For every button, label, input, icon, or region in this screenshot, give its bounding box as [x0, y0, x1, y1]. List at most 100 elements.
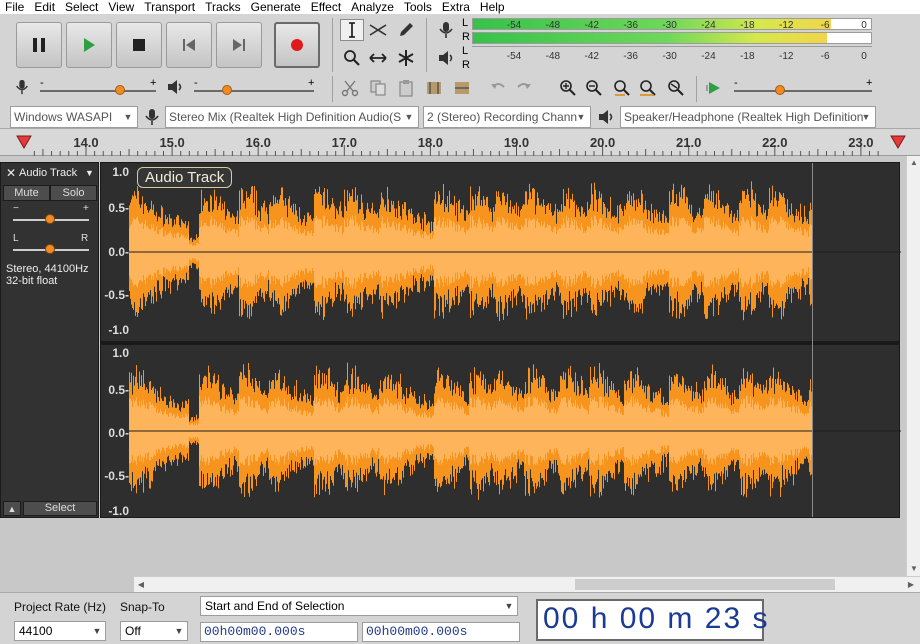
waveform-panel[interactable]: 1.0 0.5- 0.0- -0.5- -1.0 1.0 0.5- 0.0- -…	[100, 162, 901, 518]
audio-position-display[interactable]: 00 h 00 m 23 s	[536, 599, 767, 641]
play-button[interactable]	[66, 22, 112, 68]
menu-bar: File Edit Select View Transport Tracks Generat…	[0, 0, 920, 14]
skip-to-start-button[interactable]	[166, 22, 212, 68]
undo-button[interactable]	[486, 77, 510, 99]
snap-to-label: Snap-To	[120, 600, 165, 614]
menu-view[interactable]: View	[103, 0, 139, 14]
scroll-left-icon[interactable]: ◀	[134, 577, 148, 592]
menu-transport[interactable]: Transport	[139, 0, 200, 14]
undo-icon	[491, 83, 505, 89]
menu-effect[interactable]: Effect	[306, 0, 346, 14]
chevron-down-icon: ▼	[404, 112, 414, 122]
menu-generate[interactable]: Generate	[246, 0, 306, 14]
zoom-toggle-button[interactable]	[664, 77, 688, 99]
ruler-tick-label: 19.0	[503, 135, 530, 150]
copy-button[interactable]	[366, 77, 390, 99]
snap-to-value: Off	[125, 624, 141, 638]
chevron-down-icon: ▼	[861, 112, 871, 122]
chevron-down-icon[interactable]: ▼	[85, 168, 97, 178]
timeline-ruler[interactable]: 14.0 15.0 16.0 17.0 18.0 19.0 20.0 21.0 22.0 23.0	[0, 128, 920, 156]
pause-icon	[33, 38, 45, 52]
multi-tool[interactable]	[394, 47, 418, 69]
play-speed-thumb[interactable]	[775, 85, 785, 95]
playback-meter-button[interactable]	[434, 47, 458, 69]
recording-volume-icon	[14, 78, 30, 96]
zoom-tool[interactable]	[340, 47, 364, 69]
recording-volume-thumb[interactable]	[115, 85, 125, 95]
gain-thumb[interactable]	[45, 214, 55, 224]
fit-project-button[interactable]	[636, 77, 660, 99]
playback-device-select[interactable]: Speaker/Headphone (Realtek High Definiti…	[620, 106, 876, 128]
ruler-tick-label: 15.0	[159, 135, 185, 150]
pan-thumb[interactable]	[45, 244, 55, 254]
waveform-channel-right[interactable]	[129, 345, 901, 517]
cut-button[interactable]	[338, 77, 362, 99]
scroll-up-icon[interactable]: ▲	[907, 156, 920, 170]
chevron-down-icon: ▼	[174, 626, 184, 636]
waveform-channel-left[interactable]	[129, 163, 901, 341]
close-track-icon[interactable]: ✕	[3, 166, 19, 180]
record-button[interactable]	[274, 22, 320, 68]
snap-to-select[interactable]: Off ▼	[120, 621, 188, 641]
recording-device-select[interactable]: Stereo Mix (Realtek High Definition Audi…	[165, 106, 419, 128]
vertical-scrollbar[interactable]: ▲ ▼	[906, 156, 920, 576]
recording-volume-slider[interactable]	[40, 90, 156, 92]
selection-tool[interactable]	[340, 19, 364, 41]
recording-channels-select[interactable]: 2 (Stereo) Recording Chann ▼	[423, 106, 591, 128]
menu-tracks[interactable]: Tracks	[200, 0, 246, 14]
solo-button[interactable]: Solo	[50, 185, 97, 201]
select-track-button[interactable]: Select	[23, 501, 97, 516]
record-meter-button[interactable]	[434, 19, 458, 41]
paste-button[interactable]	[394, 77, 418, 99]
rec-vol-minus: -	[40, 77, 44, 89]
selection-end-time[interactable]: 00h00m00.000s	[362, 622, 520, 642]
mute-button[interactable]: Mute	[3, 185, 50, 201]
play-at-speed-button[interactable]	[702, 77, 726, 99]
collapse-track-button[interactable]: ▲	[3, 501, 21, 516]
meter-tick-label: -12	[778, 51, 794, 62]
menu-analyze[interactable]: Analyze	[346, 0, 399, 14]
selection-start-time[interactable]: 00h00m00.000s	[200, 622, 358, 642]
scroll-down-icon[interactable]: ▼	[907, 562, 920, 576]
gain-plus-label: +	[83, 203, 89, 214]
project-rate-label: Project Rate (Hz)	[14, 600, 107, 614]
menu-tools[interactable]: Tools	[399, 0, 437, 14]
menu-help[interactable]: Help	[475, 0, 510, 14]
project-rate-select[interactable]: 44100 ▼	[14, 621, 106, 641]
track-name-menu[interactable]: Audio Track	[19, 167, 85, 179]
ruler-tick-label: 20.0	[589, 135, 616, 150]
stop-button[interactable]	[116, 22, 162, 68]
clip-name-label[interactable]: Audio Track	[137, 167, 233, 188]
gain-minus-label: −	[13, 203, 19, 214]
playback-volume-slider[interactable]	[194, 90, 314, 92]
menu-file[interactable]: File	[0, 0, 29, 14]
play-speed-slider[interactable]	[734, 90, 872, 92]
zoom-in-button[interactable]	[556, 77, 580, 99]
horizontal-scrollbar[interactable]: ◀ ▶	[134, 576, 920, 592]
scroll-right-icon[interactable]: ▶	[904, 577, 918, 592]
meter-tick-label: -24	[701, 51, 716, 62]
fit-selection-button[interactable]	[610, 77, 634, 99]
audio-host-select[interactable]: Windows WASAPI ▼	[10, 106, 138, 128]
horizontal-scroll-thumb[interactable]	[575, 579, 835, 590]
zoom-in-icon	[560, 80, 576, 96]
track-title-row: ✕ Audio Track ▼	[3, 165, 97, 181]
scale-neg-half: -0.5-	[104, 288, 129, 302]
scale-half: 0.5-	[108, 201, 129, 215]
envelope-tool[interactable]	[366, 19, 390, 41]
menu-extra[interactable]: Extra	[437, 0, 475, 14]
redo-button[interactable]	[512, 77, 536, 99]
track-control-panel: ✕ Audio Track ▼ Mute Solo − + L R Stereo…	[0, 162, 99, 518]
trim-button[interactable]	[422, 77, 446, 99]
time-shift-tool[interactable]	[366, 47, 390, 69]
redo-icon	[517, 83, 531, 89]
skip-to-end-button[interactable]	[216, 22, 262, 68]
pause-button[interactable]	[16, 22, 62, 68]
zoom-out-button[interactable]	[582, 77, 606, 99]
menu-edit[interactable]: Edit	[29, 0, 60, 14]
draw-tool[interactable]	[394, 19, 418, 41]
playback-volume-thumb[interactable]	[222, 85, 232, 95]
silence-button[interactable]	[450, 77, 474, 99]
selection-mode-select[interactable]: Start and End of Selection ▼	[200, 596, 518, 616]
menu-select[interactable]: Select	[60, 0, 103, 14]
